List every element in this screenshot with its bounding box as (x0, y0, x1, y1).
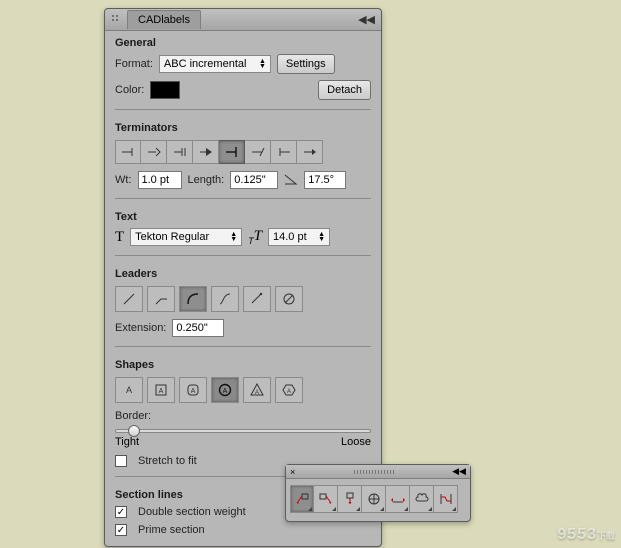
toolbar-titlebar[interactable]: × ◀◀ (286, 465, 470, 479)
shape-none[interactable]: A (115, 377, 143, 403)
extension-label: Extension: (115, 322, 166, 334)
leader-bent[interactable] (147, 286, 175, 312)
slider-tight-label: Tight (115, 436, 139, 448)
leader-none[interactable] (275, 286, 303, 312)
shape-rounded[interactable]: A (179, 377, 207, 403)
toolbar-close-icon[interactable]: × (290, 467, 295, 477)
settings-button[interactable]: Settings (277, 54, 335, 74)
tool-revision-cloud[interactable] (410, 485, 434, 513)
svg-text:A: A (255, 390, 259, 396)
leader-arc-selected[interactable] (179, 286, 207, 312)
svg-text:A: A (287, 389, 291, 395)
angle-input[interactable] (304, 171, 346, 189)
border-slider[interactable] (115, 429, 371, 433)
stretch-checkbox[interactable] (115, 455, 127, 467)
font-size-icon: TT (248, 228, 262, 246)
terminator-tick-5-selected[interactable] (219, 140, 245, 164)
slider-thumb[interactable] (128, 425, 140, 437)
shape-hexagon[interactable]: A (275, 377, 303, 403)
select-arrows-icon: ▲▼ (224, 232, 237, 242)
font-size-select[interactable]: 14.0 pt ▲▼ (268, 228, 330, 246)
font-icon: T (115, 229, 124, 246)
slider-loose-label: Loose (341, 436, 371, 448)
leader-style-group (105, 282, 381, 316)
shape-square[interactable]: A (147, 377, 175, 403)
extension-input[interactable] (172, 319, 224, 337)
collapse-icon[interactable]: ◀◀ (358, 13, 375, 26)
color-label: Color: (115, 84, 144, 96)
section-heading-leaders: Leaders (105, 262, 381, 282)
section-heading-text: Text (105, 205, 381, 225)
stretch-label: Stretch to fit (138, 455, 197, 467)
tool-section-line[interactable] (386, 485, 410, 513)
panel-titlebar[interactable]: CADlabels ◀◀ (105, 9, 381, 31)
select-arrows-icon: ▲▼ (253, 59, 266, 69)
toolbar-grip-icon (354, 470, 394, 474)
section-heading-terminators: Terminators (105, 116, 381, 136)
grip-icon (111, 14, 123, 26)
wt-input[interactable] (138, 171, 182, 189)
shape-triangle[interactable]: A (243, 377, 271, 403)
terminator-style-group (105, 136, 381, 168)
terminator-tick-3[interactable] (167, 140, 193, 164)
panel-tab[interactable]: CADlabels (127, 10, 201, 29)
double-section-checkbox[interactable]: ✓ (115, 506, 127, 518)
tool-label-left[interactable] (290, 485, 314, 513)
leader-straight[interactable] (115, 286, 143, 312)
shape-circle-selected[interactable]: A (211, 377, 239, 403)
font-select[interactable]: Tekton Regular ▲▼ (130, 228, 242, 246)
format-value: ABC incremental (164, 58, 247, 70)
terminator-tick-4[interactable] (193, 140, 219, 164)
svg-text:A: A (223, 388, 228, 395)
leader-straight2[interactable] (243, 286, 271, 312)
format-select[interactable]: ABC incremental ▲▼ (159, 55, 271, 73)
floating-toolbar[interactable]: × ◀◀ (285, 464, 471, 522)
select-arrows-icon: ▲▼ (312, 232, 325, 242)
prime-section-label: Prime section (138, 524, 205, 536)
wt-label: Wt: (115, 174, 132, 186)
font-value: Tekton Regular (135, 231, 209, 243)
terminator-tick-7[interactable] (271, 140, 297, 164)
color-swatch[interactable] (150, 81, 180, 99)
tool-break[interactable] (434, 485, 458, 513)
svg-text:A: A (159, 388, 164, 395)
length-label: Length: (188, 174, 225, 186)
terminator-tick-8[interactable] (297, 140, 323, 164)
format-label: Format: (115, 58, 153, 70)
font-size-value: 14.0 pt (273, 231, 307, 243)
terminator-tick-2[interactable] (141, 140, 167, 164)
tool-label-right[interactable] (314, 485, 338, 513)
shape-style-group: A A A A A A (105, 373, 381, 407)
watermark: 9553下载 (557, 526, 615, 544)
tool-datum[interactable] (362, 485, 386, 513)
terminator-tick-6[interactable] (245, 140, 271, 164)
svg-text:A: A (191, 388, 196, 395)
tool-label-down[interactable] (338, 485, 362, 513)
border-label: Border: (115, 410, 151, 422)
section-heading-general: General (105, 31, 381, 51)
leader-scurve[interactable] (211, 286, 239, 312)
detach-button[interactable]: Detach (318, 80, 371, 100)
angle-icon (284, 173, 298, 188)
double-section-label: Double section weight (138, 506, 246, 518)
terminator-tick-1[interactable] (115, 140, 141, 164)
length-input[interactable] (230, 171, 278, 189)
prime-section-checkbox[interactable]: ✓ (115, 524, 127, 536)
section-heading-shapes: Shapes (105, 353, 381, 373)
toolbar-collapse-icon[interactable]: ◀◀ (452, 466, 466, 477)
